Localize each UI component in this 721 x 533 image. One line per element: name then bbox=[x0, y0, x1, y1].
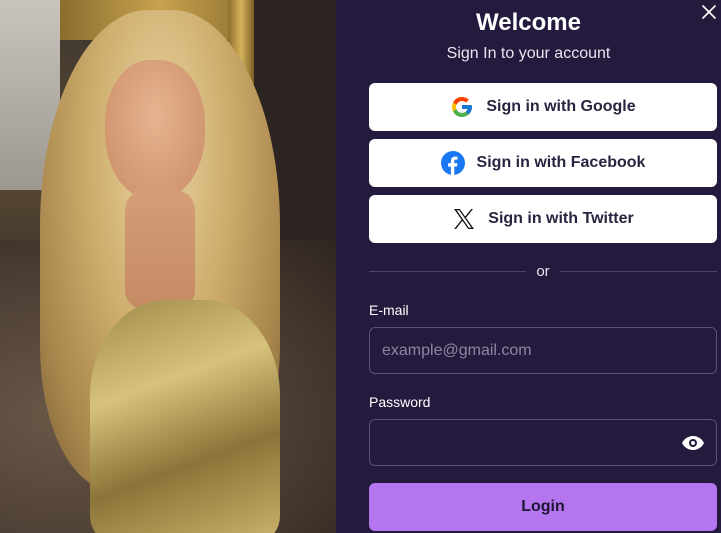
facebook-icon bbox=[440, 151, 465, 175]
or-label: or bbox=[536, 262, 550, 280]
show-password-toggle[interactable] bbox=[680, 432, 706, 454]
twitter-sign-in-button[interactable]: Sign in with Twitter bbox=[369, 195, 717, 243]
sign-in-modal: Welcome Sign In to your account Sign in … bbox=[0, 0, 721, 533]
facebook-sign-in-label: Sign in with Facebook bbox=[476, 154, 646, 171]
page-title: Welcome bbox=[476, 9, 581, 36]
login-button[interactable]: Login bbox=[369, 483, 717, 531]
facebook-sign-in-button[interactable]: Sign in with Facebook bbox=[369, 139, 717, 187]
x-twitter-icon bbox=[452, 207, 476, 231]
or-divider: or bbox=[369, 262, 717, 280]
email-label: E-mail bbox=[369, 302, 409, 318]
email-field[interactable] bbox=[369, 327, 717, 374]
sign-in-panel: Welcome Sign In to your account Sign in … bbox=[336, 0, 721, 533]
google-sign-in-label: Sign in with Google bbox=[486, 98, 636, 115]
password-field[interactable] bbox=[369, 419, 717, 466]
promo-photo bbox=[0, 0, 336, 533]
twitter-sign-in-label: Sign in with Twitter bbox=[488, 210, 634, 227]
google-sign-in-button[interactable]: Sign in with Google bbox=[369, 83, 717, 131]
page-subtitle: Sign In to your account bbox=[446, 45, 611, 62]
google-icon bbox=[450, 95, 474, 119]
password-label: Password bbox=[369, 394, 431, 410]
eye-icon bbox=[682, 436, 704, 450]
